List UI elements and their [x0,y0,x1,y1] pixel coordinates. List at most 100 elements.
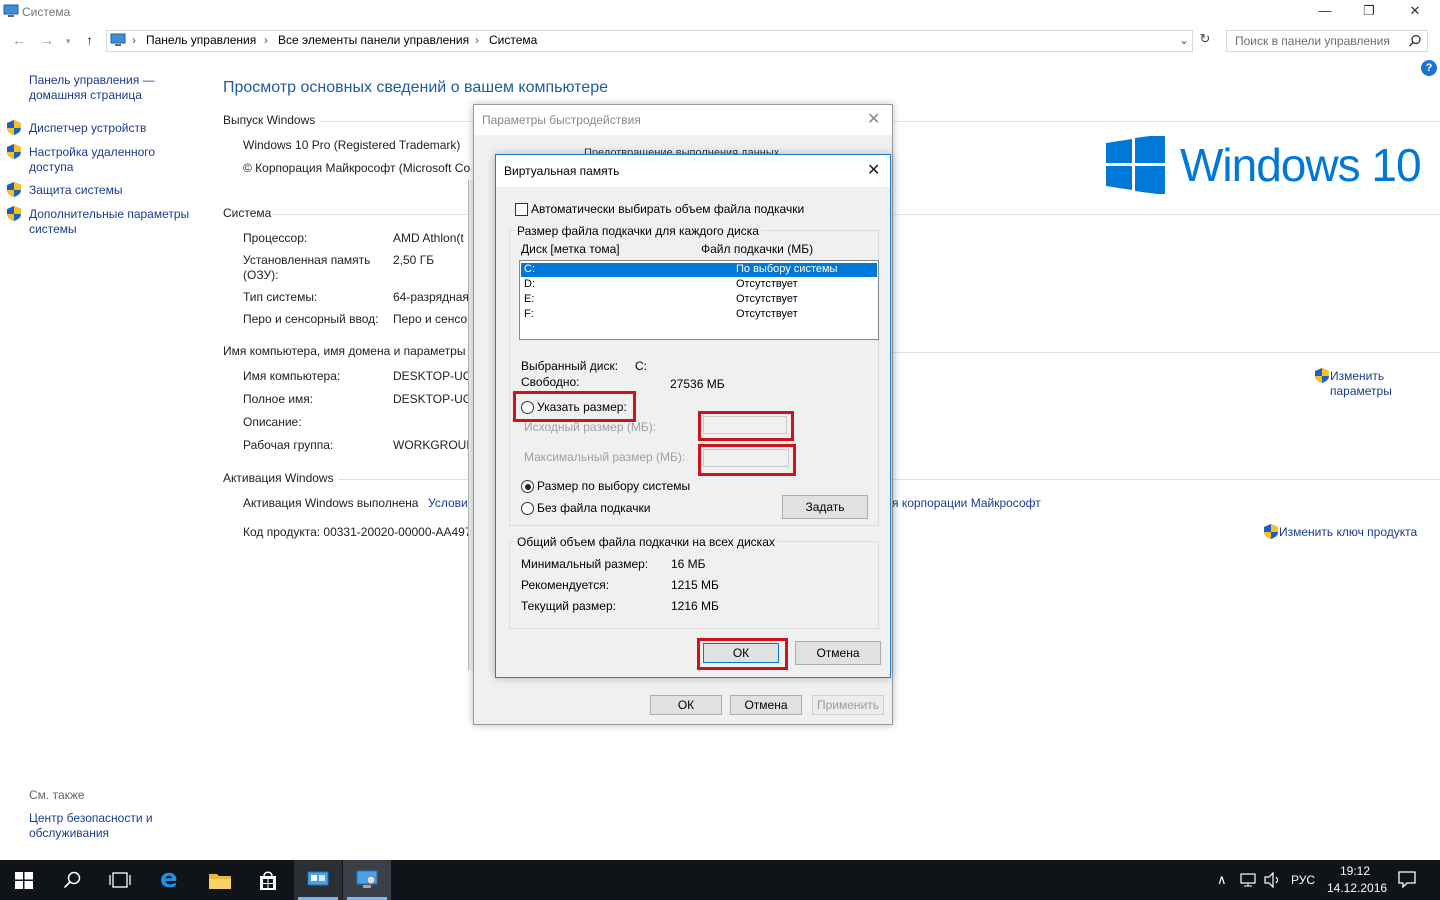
custom-size-label: Указать размер: [537,400,627,414]
volume-icon[interactable] [1264,872,1282,888]
system-managed-radio[interactable] [521,480,534,493]
sidebar-item-label: системы [29,222,77,236]
virtual-memory-dialog: Виртуальная память ✕ Автоматически выбир… [495,154,891,678]
info-label: Тип системы: [243,290,318,304]
input-language[interactable]: РУС [1291,873,1315,887]
activation-section-title: Активация Windows [223,471,334,485]
search-placeholder: Поиск в панели управления [1235,34,1390,48]
taskbar-system-window[interactable] [343,860,391,900]
apply-button[interactable]: Применить [812,695,884,715]
info-value: 2,50 ГБ [393,253,435,267]
column-disk: Диск [метка тома] [521,242,620,256]
up-arrow-icon[interactable]: ↑ [86,32,93,48]
info-label: Описание: [243,415,302,429]
notification-icon[interactable] [1398,871,1416,888]
close-icon[interactable]: ✕ [867,160,880,180]
shield-icon [7,144,21,159]
max-size-input[interactable] [703,449,789,467]
start-icon[interactable] [15,872,33,889]
list-item[interactable]: Отсутствует [736,308,798,320]
info-label: Установленная память [243,253,371,267]
auto-paging-label: Автоматически выбирать объем файла подка… [531,202,805,216]
taskbar-control-panel[interactable] [294,860,342,900]
auto-paging-checkbox[interactable] [515,203,528,216]
system-section-title: Система [223,206,272,220]
list-item[interactable]: F: [524,308,534,320]
window-title: Система [22,5,71,19]
edition-name: Windows 10 Pro (Registered Trademark) [243,138,461,152]
breadcrumb-separator-icon: › [132,33,136,47]
security-center-link[interactable]: Центр безопасности и обслуживания [29,811,153,841]
license-terms-link-tail[interactable]: я корпорации Майкрософт [892,496,1041,510]
shield-icon [7,120,21,135]
initial-size-input[interactable] [703,416,787,434]
forward-arrow-icon[interactable]: → [40,32,54,48]
edition-section-title: Выпуск Windows [223,113,316,127]
search-input[interactable]: Поиск в панели управления [1226,30,1428,52]
windows-logo-text: Windows 10 [1180,139,1422,191]
chevron-up-icon[interactable]: ∧ [1217,872,1227,888]
no-paging-radio[interactable] [521,502,534,515]
help-icon[interactable]: ? [1421,60,1437,76]
change-product-key-link[interactable]: Изменить ключ продукта [1279,525,1417,539]
list-item[interactable]: Отсутствует [736,278,798,290]
search-icon[interactable] [63,871,81,889]
cancel-button[interactable]: Отмена [730,695,802,715]
initial-size-label: Исходный размер (МБ): [524,420,657,434]
license-terms-link[interactable]: Услови [428,496,468,510]
restore-button[interactable]: ❐ [1346,0,1392,24]
breadcrumb-separator-icon: › [475,33,479,47]
ok-button[interactable]: ОК [650,695,722,715]
current-size-value: 1216 МБ [671,599,719,613]
info-value: WORKGROUP [393,438,475,452]
group-title: Размер файла подкачки для каждого диска [515,224,761,238]
breadcrumb-system[interactable]: Система [489,33,537,47]
store-icon[interactable] [257,869,279,891]
ok-button[interactable]: ОК [703,643,779,663]
list-item[interactable]: E: [524,293,534,305]
list-item[interactable]: По выбору системы [736,263,837,275]
breadcrumb-control-panel[interactable]: Панель управления [146,33,256,47]
list-item[interactable]: Отсутствует [736,293,798,305]
file-explorer-icon[interactable] [208,870,232,890]
set-button[interactable]: Задать [782,495,868,519]
custom-size-radio[interactable] [521,401,534,414]
sidebar-item-advanced-settings[interactable]: Дополнительные параметры системы [29,207,189,237]
list-item[interactable]: C: [524,263,535,275]
list-item[interactable]: D: [524,278,535,290]
recommended-value: 1215 МБ [671,578,719,592]
minimize-button[interactable]: — [1302,0,1348,24]
cancel-button[interactable]: Отмена [795,641,881,665]
security-center-line2: обслуживания [29,826,110,840]
group-title: Общий объем файла подкачки на всех диска… [515,535,777,549]
drive-list[interactable]: C: По выбору системы D: Отсутствует E: О… [519,260,879,340]
info-value: AMD Athlon(t [393,231,464,245]
task-view-icon[interactable] [109,872,131,888]
close-icon[interactable]: ✕ [867,109,880,129]
sidebar-item-system-protection[interactable]: Защита системы [29,183,122,198]
clock-date[interactable]: 14.12.2016 [1327,881,1387,895]
sidebar-home-link[interactable]: Панель управления — домашняя страница [29,73,155,103]
address-bar[interactable]: › Панель управления › Все элементы панел… [106,30,1193,52]
close-button[interactable]: ✕ [1392,0,1438,24]
computer-icon [3,4,19,17]
edge-icon[interactable]: e [160,864,178,894]
min-size-label: Минимальный размер: [521,557,649,571]
system-managed-label: Размер по выбору системы [537,479,691,493]
info-label: (ОЗУ): [243,268,279,282]
selected-disk-value: C: [635,359,647,373]
chevron-down-icon[interactable]: ⌄ [1179,33,1189,47]
sidebar-item-device-manager[interactable]: Диспетчер устройств [29,121,146,136]
network-icon[interactable] [1240,872,1258,888]
sidebar-item-remote-access[interactable]: Настройка удаленного доступа [29,145,155,175]
back-arrow-icon[interactable]: ← [12,32,26,48]
search-icon[interactable] [1408,34,1422,48]
recent-dropdown-icon[interactable]: ▾ [66,36,71,47]
sidebar-home-line2: домашняя страница [29,88,142,102]
clock-time[interactable]: 19:12 [1340,864,1370,878]
shield-icon [1264,524,1278,539]
breadcrumb-all-items[interactable]: Все элементы панели управления [278,33,469,47]
free-label: Свободно: [521,375,580,389]
refresh-icon[interactable]: ↻ [1195,31,1215,51]
change-settings-link[interactable]: Изменить параметры [1330,369,1392,399]
